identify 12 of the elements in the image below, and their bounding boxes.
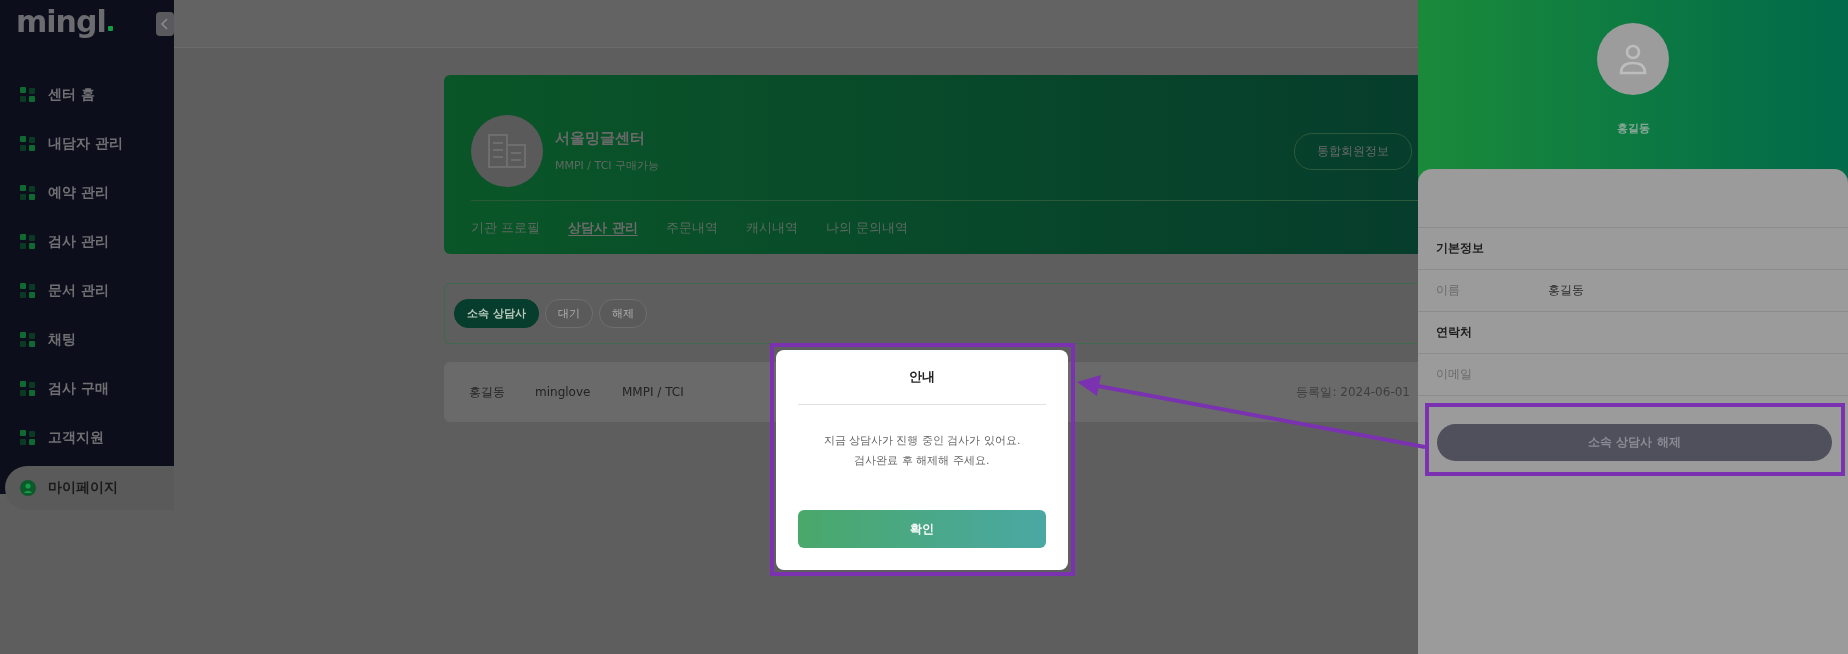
logo: mingl (16, 4, 113, 39)
section-heading: 연락처 (1436, 324, 1472, 341)
org-subtitle: MMPI / TCI 구매가능 (555, 158, 661, 173)
test-types: MMPI / TCI (622, 385, 685, 399)
section-heading: 기본정보 (1436, 240, 1484, 257)
dialog-title: 안내 (909, 368, 935, 386)
counselor-name: 홍길동 (1616, 121, 1650, 136)
org-name: 서울밍글센터 (555, 129, 646, 148)
counselor-name: 홍길동 (469, 383, 506, 401)
dialog-message: 지금 상담사가 진행 중인 검사가 있어요. 검사완료 후 해제해 주세요. (823, 433, 1021, 469)
field-value: 홍길동 (1548, 282, 1584, 299)
username: minglove (535, 385, 592, 399)
